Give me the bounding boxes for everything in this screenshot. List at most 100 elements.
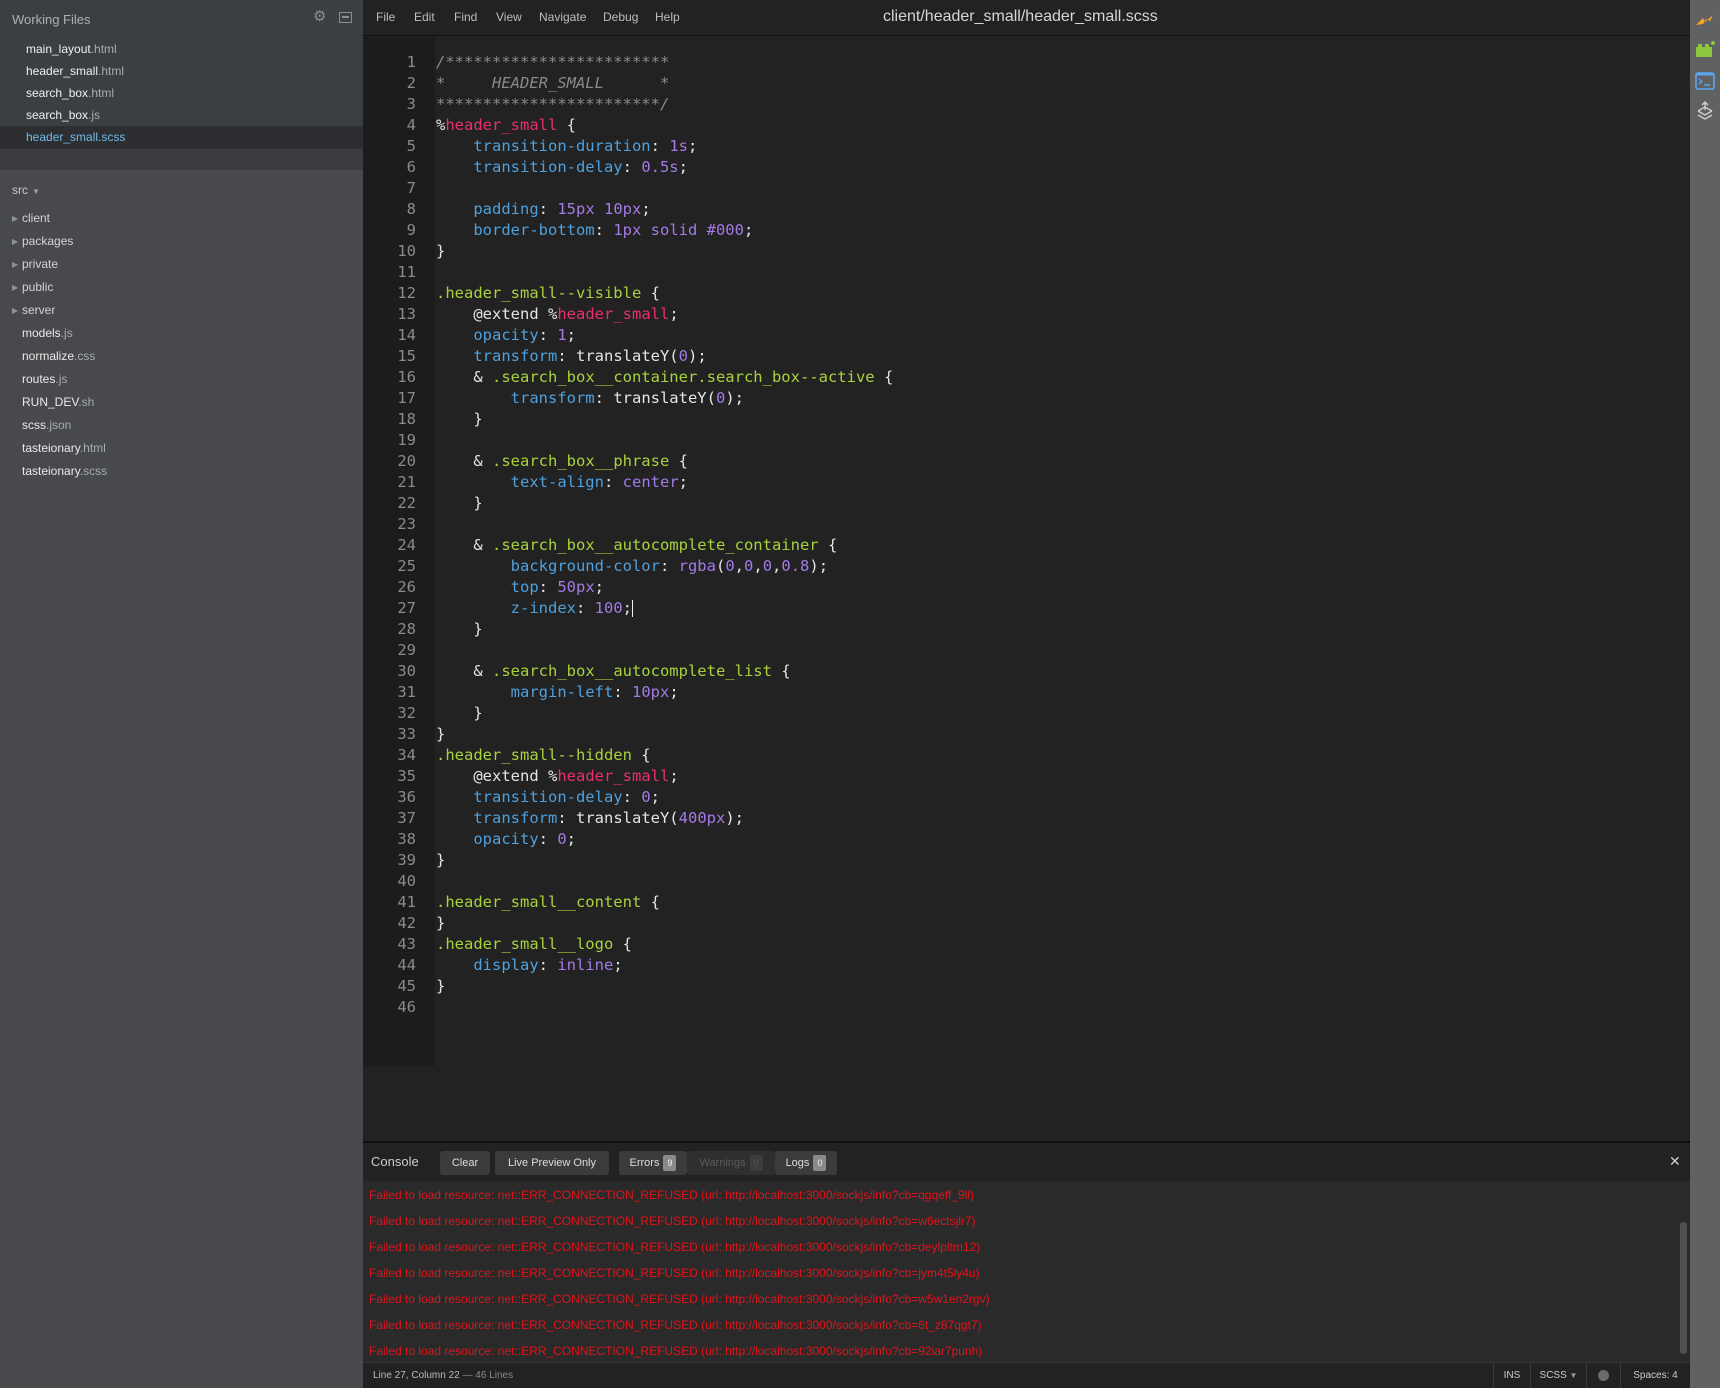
code-line: 10}	[363, 241, 1690, 262]
code-token: ;	[678, 473, 688, 491]
code-token: );	[725, 389, 744, 407]
working-file-item[interactable]: header_small.scss	[0, 126, 363, 148]
menu-edit[interactable]: Edit	[414, 10, 435, 24]
code-token: 0	[557, 830, 567, 848]
tree-file[interactable]: normalize.css	[0, 345, 363, 368]
code-line: 27 z-index: 100;	[363, 598, 1690, 619]
file-extension: .scss	[98, 130, 126, 144]
code-token: :	[650, 137, 670, 155]
menu-file[interactable]: File	[376, 10, 395, 24]
code-line: 17 transform: translateY(0);	[363, 388, 1690, 409]
tree-file[interactable]: models.js	[0, 322, 363, 345]
working-file-item[interactable]: search_box.html	[0, 82, 363, 104]
insert-mode-toggle[interactable]: INS	[1493, 1363, 1530, 1388]
code-token: :	[594, 221, 614, 239]
code-token: transition-delay	[473, 788, 623, 806]
errors-filter-button[interactable]: Errors 9	[619, 1151, 687, 1175]
working-file-item[interactable]: search_box.js	[0, 104, 363, 126]
console-error-message: Failed to load resource: net::ERR_CONNEC…	[369, 1292, 990, 1306]
logs-filter-button[interactable]: Logs 0	[775, 1151, 837, 1175]
console-scrollbar[interactable]	[1680, 1222, 1687, 1354]
line-number: 5	[406, 137, 416, 155]
code-token: ************************/	[436, 95, 670, 113]
code-token: (	[715, 557, 726, 575]
clear-button[interactable]: Clear	[440, 1151, 490, 1175]
warnings-filter-button[interactable]: Warnings 0	[687, 1151, 775, 1175]
working-file-item[interactable]: header_small.html	[0, 60, 363, 82]
code-token: }	[436, 725, 446, 743]
tree-file[interactable]: tasteionary.html	[0, 437, 363, 460]
tree-file[interactable]: tasteionary.scss	[0, 460, 363, 483]
extension-manager-icon[interactable]	[1695, 40, 1715, 60]
code-text: margin-left: 10px;	[436, 682, 679, 703]
tree-folder[interactable]: ▶ packages	[0, 230, 363, 253]
code-token: transition-delay	[473, 158, 623, 176]
code-token: 0	[678, 347, 688, 365]
code-line: 24 & .search_box__autocomplete_container…	[363, 535, 1690, 556]
code-token: 15px 10px	[557, 200, 642, 218]
code-line: 33}	[363, 724, 1690, 745]
console-error-message: Failed to load resource: net::ERR_CONNEC…	[369, 1214, 976, 1228]
cursor-position-text: Line 27, Column 22	[373, 1370, 460, 1381]
language-selector[interactable]: SCSS ▼	[1530, 1363, 1586, 1388]
code-text: }	[436, 976, 445, 997]
split-view-icon[interactable]	[339, 12, 352, 23]
code-token: 0	[715, 389, 726, 407]
tree-file[interactable]: routes.js	[0, 368, 363, 391]
line-number: 17	[397, 389, 416, 407]
code-token: }	[436, 494, 483, 512]
code-token: :	[603, 473, 623, 491]
deploy-icon[interactable]	[1695, 101, 1715, 121]
gear-icon[interactable]: ⚙	[313, 9, 327, 24]
code-token: {	[818, 536, 838, 554]
code-line: 14 opacity: 1;	[363, 325, 1690, 346]
code-token: 10px	[631, 683, 670, 701]
live-preview-icon[interactable]	[1695, 10, 1715, 30]
code-line: 8 padding: 15px 10px;	[363, 199, 1690, 220]
code-text: @extend %header_small;	[436, 766, 678, 787]
tree-folder[interactable]: ▶ server	[0, 299, 363, 322]
menu-view[interactable]: View	[496, 10, 522, 24]
line-number: 16	[397, 368, 416, 386]
code-token: border-bottom	[473, 221, 595, 239]
code-token: @extend %	[436, 305, 558, 323]
text-cursor	[632, 600, 633, 617]
code-editor[interactable]: 1 /************************ 2 * HEADER_SMAL…	[363, 52, 1690, 1018]
linter-status[interactable]	[1586, 1363, 1620, 1388]
code-line: 41 .header_small__content {	[363, 892, 1690, 913]
line-number: 15	[397, 347, 416, 365]
line-count: — 46 Lines	[459, 1370, 514, 1381]
menu-help[interactable]: Help	[655, 10, 680, 24]
code-text: display: inline;	[436, 955, 622, 976]
project-root-dropdown[interactable]: src ▼	[12, 183, 40, 197]
cursor-position: Line 27, Column 22 — 46 Lines	[373, 1370, 513, 1381]
code-line: 13 @extend %header_small;	[363, 304, 1690, 325]
code-line: 32 }	[363, 703, 1690, 724]
line-number: 7	[406, 179, 416, 197]
indent-selector[interactable]: Spaces: 4	[1620, 1363, 1690, 1388]
tree-file[interactable]: RUN_DEV.sh	[0, 391, 363, 414]
code-text: @extend %header_small;	[436, 304, 678, 325]
terminal-icon[interactable]	[1695, 71, 1715, 91]
live-preview-only-button[interactable]: Live Preview Only	[495, 1151, 609, 1175]
line-number: 43	[397, 935, 416, 953]
code-line: 23	[363, 514, 1690, 535]
code-token: :	[538, 830, 558, 848]
code-token: inline	[557, 956, 614, 974]
tree-folder[interactable]: ▶ client	[0, 207, 363, 230]
tree-file[interactable]: scss.json	[0, 414, 363, 437]
code-token: /************************	[436, 53, 670, 71]
code-line: 9 border-bottom: 1px solid #000;	[363, 220, 1690, 241]
working-file-item[interactable]: main_layout.html	[0, 38, 363, 60]
code-line: 6 transition-delay: 0.5s;	[363, 157, 1690, 178]
tree-folder[interactable]: ▶ public	[0, 276, 363, 299]
code-token: header_small	[557, 305, 670, 323]
close-icon[interactable]: ✕	[1669, 1153, 1681, 1170]
menu-find[interactable]: Find	[454, 10, 477, 24]
menu-navigate[interactable]: Navigate	[539, 10, 586, 24]
tree-folder[interactable]: ▶ private	[0, 253, 363, 276]
code-token: .header_small--hidden	[436, 746, 632, 764]
menu-debug[interactable]: Debug	[603, 10, 638, 24]
code-token: .header_small__logo	[436, 935, 614, 953]
